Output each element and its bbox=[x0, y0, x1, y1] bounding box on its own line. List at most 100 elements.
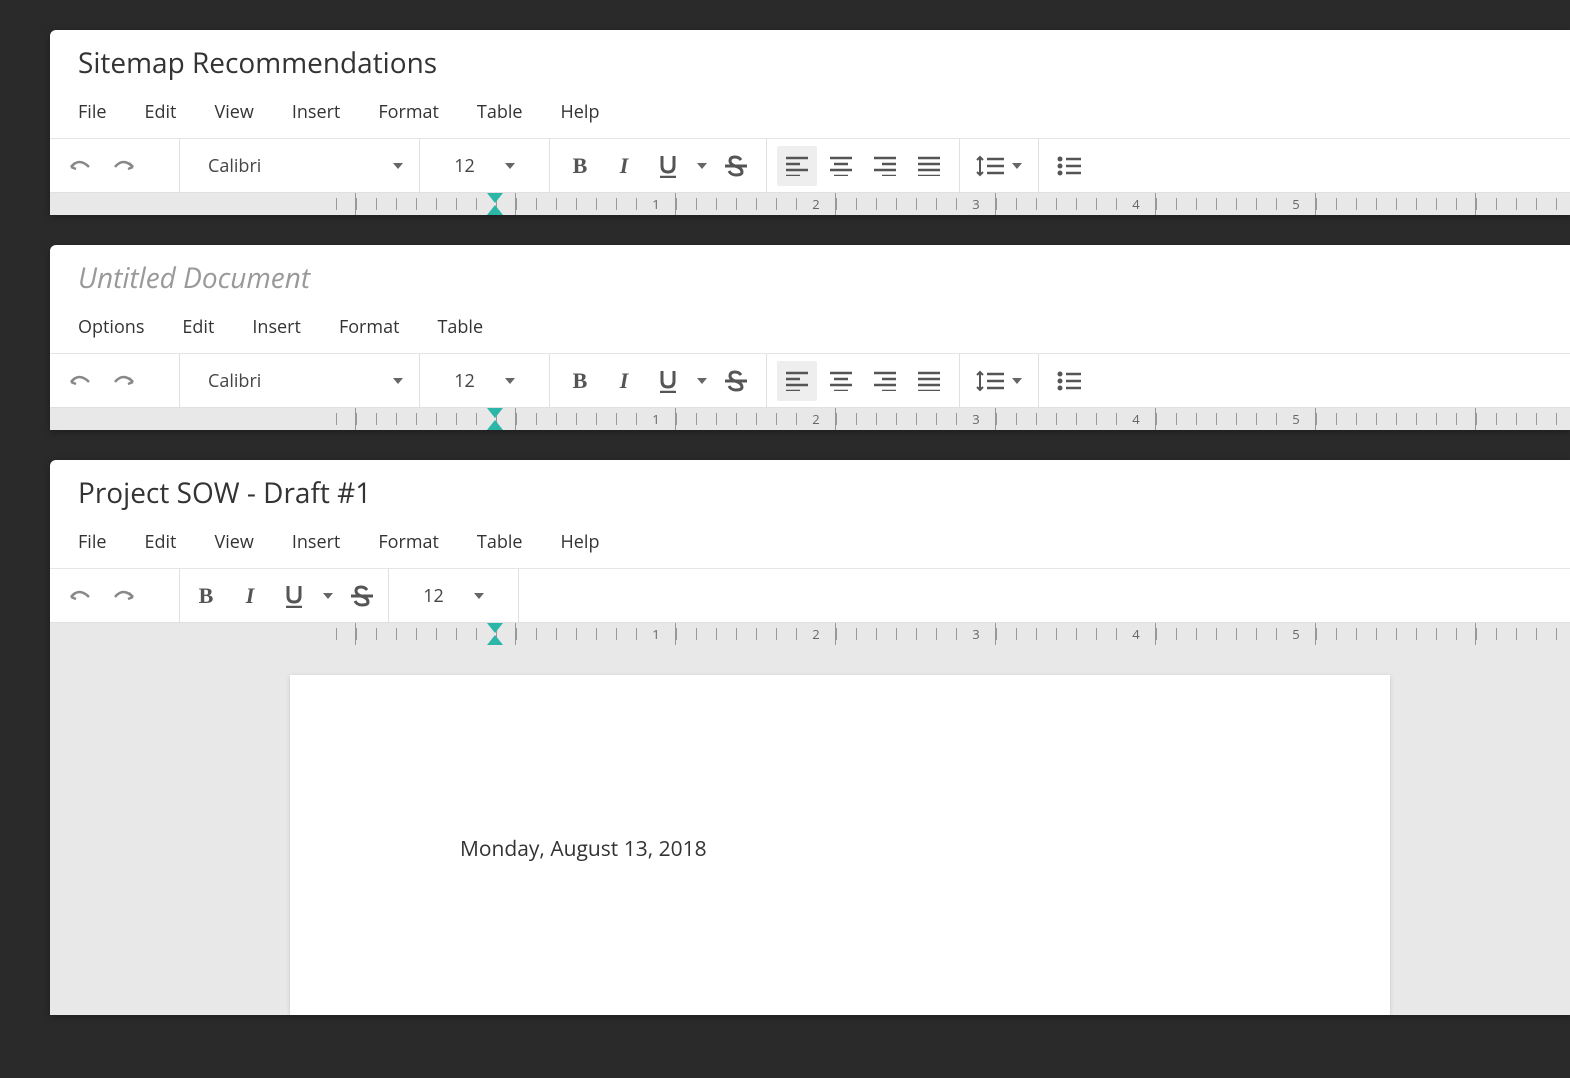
undo-button[interactable] bbox=[60, 146, 100, 186]
ruler-number: 4 bbox=[1129, 195, 1142, 213]
font-family-value: Calibri bbox=[208, 154, 261, 178]
menu-view[interactable]: View bbox=[214, 530, 253, 554]
italic-button[interactable]: I bbox=[604, 361, 644, 401]
chevron-down-icon bbox=[1012, 163, 1022, 169]
ruler-number: 2 bbox=[809, 410, 822, 428]
menu-table[interactable]: Table bbox=[477, 100, 523, 124]
menu-format[interactable]: Format bbox=[378, 530, 439, 554]
strikethrough-button[interactable] bbox=[716, 361, 756, 401]
ruler-number: 1 bbox=[649, 195, 662, 213]
ruler-number: 5 bbox=[1289, 195, 1302, 213]
font-size-selector[interactable]: 12 bbox=[420, 139, 550, 192]
strikethrough-button[interactable] bbox=[342, 576, 382, 616]
strikethrough-icon bbox=[724, 155, 748, 177]
undo-button[interactable] bbox=[60, 361, 100, 401]
bullet-list-icon bbox=[1057, 156, 1081, 176]
underline-button[interactable] bbox=[648, 361, 688, 401]
align-justify-button[interactable] bbox=[909, 146, 949, 186]
menu-table[interactable]: Table bbox=[477, 530, 523, 554]
undo-icon bbox=[69, 374, 91, 388]
document-title[interactable]: Project SOW - Draft #1 bbox=[50, 460, 1570, 520]
underline-icon bbox=[658, 154, 678, 178]
bullet-list-button[interactable] bbox=[1049, 146, 1089, 186]
ruler[interactable]: 1 2 3 4 5 bbox=[50, 193, 1570, 215]
ruler[interactable]: 1 2 3 4 5 bbox=[50, 623, 1570, 645]
document-page[interactable]: Monday, August 13, 2018 bbox=[290, 675, 1390, 1015]
menu-help[interactable]: Help bbox=[561, 530, 600, 554]
align-center-button[interactable] bbox=[821, 146, 861, 186]
menu-edit[interactable]: Edit bbox=[182, 315, 214, 339]
strikethrough-button[interactable] bbox=[716, 146, 756, 186]
line-spacing-button[interactable] bbox=[970, 146, 1028, 186]
font-size-selector[interactable]: 12 bbox=[389, 569, 519, 622]
redo-button[interactable] bbox=[104, 576, 144, 616]
editor-window: Sitemap Recommendations File Edit View I… bbox=[50, 30, 1570, 215]
align-left-icon bbox=[786, 156, 808, 176]
menu-table[interactable]: Table bbox=[438, 315, 484, 339]
underline-dropdown[interactable] bbox=[692, 361, 712, 401]
underline-icon bbox=[658, 369, 678, 393]
bold-button[interactable]: B bbox=[560, 361, 600, 401]
underline-button[interactable] bbox=[274, 576, 314, 616]
undo-button[interactable] bbox=[60, 576, 100, 616]
menu-edit[interactable]: Edit bbox=[145, 100, 177, 124]
align-left-button[interactable] bbox=[777, 361, 817, 401]
bullet-list-button[interactable] bbox=[1049, 361, 1089, 401]
align-right-button[interactable] bbox=[865, 146, 905, 186]
menubar: File Edit View Insert Format Table Help bbox=[50, 90, 1570, 139]
chevron-down-icon bbox=[323, 593, 333, 599]
chevron-down-icon bbox=[697, 378, 707, 384]
undo-icon bbox=[69, 159, 91, 173]
italic-button[interactable]: I bbox=[230, 576, 270, 616]
menu-file[interactable]: File bbox=[78, 530, 107, 554]
font-family-selector[interactable]: Calibri bbox=[180, 139, 420, 192]
font-family-selector[interactable]: Calibri bbox=[180, 354, 420, 407]
font-size-selector[interactable]: 12 bbox=[420, 354, 550, 407]
align-justify-icon bbox=[918, 156, 940, 176]
indent-marker[interactable] bbox=[487, 408, 503, 430]
menu-insert[interactable]: Insert bbox=[292, 100, 341, 124]
align-center-icon bbox=[830, 156, 852, 176]
menu-format[interactable]: Format bbox=[378, 100, 439, 124]
menu-edit[interactable]: Edit bbox=[145, 530, 177, 554]
document-body-text[interactable]: Monday, August 13, 2018 bbox=[460, 835, 1220, 863]
font-family-value: Calibri bbox=[208, 369, 261, 393]
menu-file[interactable]: File bbox=[78, 100, 107, 124]
redo-button[interactable] bbox=[104, 361, 144, 401]
italic-button[interactable]: I bbox=[604, 146, 644, 186]
underline-button[interactable] bbox=[648, 146, 688, 186]
document-title[interactable]: Sitemap Recommendations bbox=[50, 30, 1570, 90]
font-size-value: 12 bbox=[423, 584, 444, 608]
bullet-list-icon bbox=[1057, 371, 1081, 391]
undo-icon bbox=[69, 589, 91, 603]
menu-view[interactable]: View bbox=[214, 100, 253, 124]
indent-marker[interactable] bbox=[487, 193, 503, 215]
editor-window: Project SOW - Draft #1 File Edit View In… bbox=[50, 460, 1570, 1015]
ruler[interactable]: 1 2 3 4 5 bbox=[50, 408, 1570, 430]
bold-button[interactable]: B bbox=[560, 146, 600, 186]
bold-button[interactable]: B bbox=[186, 576, 226, 616]
ruler-number: 2 bbox=[809, 625, 822, 643]
indent-marker[interactable] bbox=[487, 623, 503, 645]
ruler-number: 4 bbox=[1129, 410, 1142, 428]
strikethrough-icon bbox=[350, 585, 374, 607]
chevron-down-icon bbox=[393, 378, 403, 384]
align-right-button[interactable] bbox=[865, 361, 905, 401]
toolbar: B I 12 bbox=[50, 569, 1570, 623]
align-left-button[interactable] bbox=[777, 146, 817, 186]
line-spacing-button[interactable] bbox=[970, 361, 1028, 401]
document-title[interactable]: Untitled Document bbox=[50, 245, 1570, 305]
align-center-button[interactable] bbox=[821, 361, 861, 401]
menu-options[interactable]: Options bbox=[78, 315, 144, 339]
align-justify-button[interactable] bbox=[909, 361, 949, 401]
ruler-number: 2 bbox=[809, 195, 822, 213]
redo-button[interactable] bbox=[104, 146, 144, 186]
underline-dropdown[interactable] bbox=[318, 576, 338, 616]
menu-insert[interactable]: Insert bbox=[252, 315, 301, 339]
menu-insert[interactable]: Insert bbox=[292, 530, 341, 554]
align-justify-icon bbox=[918, 371, 940, 391]
menu-help[interactable]: Help bbox=[561, 100, 600, 124]
line-spacing-icon bbox=[976, 155, 1004, 177]
menu-format[interactable]: Format bbox=[339, 315, 400, 339]
underline-dropdown[interactable] bbox=[692, 146, 712, 186]
